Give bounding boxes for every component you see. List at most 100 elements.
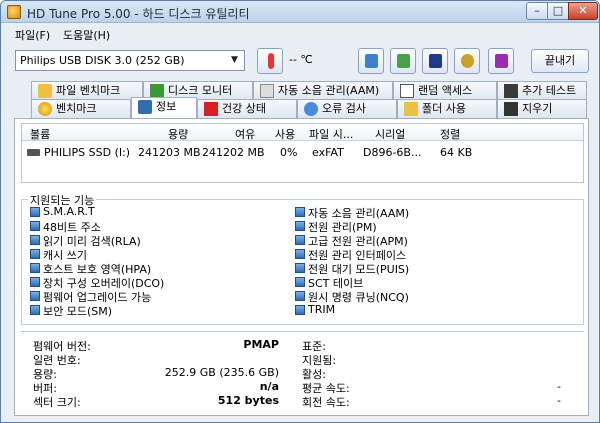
cell-filesystem: exFAT xyxy=(312,146,344,159)
feature-check-icon xyxy=(30,291,40,301)
feature-check-icon xyxy=(295,305,305,315)
table-header: 볼륨 용량 여유 사용 파일 시... 시리얼 정렬 xyxy=(22,124,583,141)
feature-check-icon xyxy=(30,305,40,315)
toolbar: Philips USB DISK 3.0 (252 GB) ▼ -- ℃ 끝내기 xyxy=(1,44,599,78)
rotation-speed-value: - xyxy=(557,394,561,407)
chevron-down-icon[interactable]: ▼ xyxy=(227,53,242,68)
feature-check-icon xyxy=(295,277,305,287)
feature-check-icon xyxy=(295,235,305,245)
tab-file-benchmark[interactable]: 파일 벤치마크 xyxy=(31,81,143,100)
disk-monitor-icon xyxy=(150,84,164,98)
temperature-button[interactable] xyxy=(257,48,283,74)
column-alignment[interactable]: 정렬 xyxy=(440,126,460,142)
capacity-value: 252.9 GB (235.6 GB) xyxy=(164,366,279,379)
sector-size-label: 섹터 크기: xyxy=(33,396,81,409)
menu-file[interactable]: 파일(F) xyxy=(15,27,50,43)
exit-button[interactable]: 끝내기 xyxy=(531,49,589,73)
column-volume[interactable]: 볼륨 xyxy=(30,126,50,142)
feature-check-icon xyxy=(30,235,40,245)
erase-icon xyxy=(504,102,518,116)
tab-label: 추가 테스트 xyxy=(522,84,577,97)
maximize-button[interactable]: □ xyxy=(547,2,569,20)
cell-usage: 0% xyxy=(280,146,298,159)
tab-random-access[interactable]: 랜덤 액세스 xyxy=(393,81,497,100)
minimize-button[interactable]: – xyxy=(526,2,548,20)
extra-tests-icon xyxy=(504,84,518,98)
tab-label: 폴더 사용 xyxy=(422,102,466,115)
tab-label: 건강 상태 xyxy=(222,102,266,115)
menu-bar: 파일(F) 도움말(H) xyxy=(1,24,599,42)
benchmark-icon xyxy=(38,102,52,116)
column-filesystem[interactable]: 파일 시... xyxy=(309,126,353,142)
menu-help[interactable]: 도움말(H) xyxy=(63,27,110,43)
download-arrow-icon xyxy=(495,54,508,68)
options-button[interactable] xyxy=(454,48,480,74)
avg-speed-value: - xyxy=(557,380,561,393)
column-usage[interactable]: 사용 xyxy=(275,126,295,142)
feature-check-icon xyxy=(30,277,40,287)
options-icon xyxy=(461,54,474,68)
temperature-readout: -- ℃ xyxy=(289,53,313,66)
app-icon xyxy=(7,5,21,19)
window-title: HD Tune Pro 5.00 - 하드 디스크 유틸리티 xyxy=(27,7,250,21)
tab-erase[interactable]: 지우기 xyxy=(497,99,587,118)
tab-health[interactable]: 건강 상태 xyxy=(197,99,297,118)
feature-check-icon xyxy=(30,221,40,231)
download-button[interactable] xyxy=(488,48,514,74)
tab-label: 랜덤 액세스 xyxy=(418,84,473,97)
column-capacity[interactable]: 용량 xyxy=(168,126,188,142)
tab-aam[interactable]: 자동 소음 관리(AAM) xyxy=(253,81,393,100)
health-cross-icon xyxy=(204,102,218,116)
tab-info[interactable]: 정보 xyxy=(131,97,197,118)
feature-check-icon xyxy=(295,291,305,301)
feature-check-icon xyxy=(295,207,305,217)
rotation-speed-label: 회전 속도: xyxy=(302,396,350,409)
feature-check-icon xyxy=(30,207,40,217)
details-group: 펌웨어 버전: PMAP 일련 번호: 용량: 252.9 GB (235.6 … xyxy=(21,331,584,411)
close-button[interactable]: ✕ xyxy=(568,2,598,20)
feature-check-icon xyxy=(295,249,305,259)
tab-extra-tests[interactable]: 추가 테스트 xyxy=(497,81,587,100)
feature-check-icon xyxy=(30,263,40,273)
cell-serial: D896-6B... xyxy=(363,146,422,159)
column-free[interactable]: 여유 xyxy=(235,126,255,142)
copy-screenshot-button[interactable] xyxy=(390,48,416,74)
thermometer-icon xyxy=(268,53,274,69)
tab-error-scan[interactable]: 오류 검사 xyxy=(297,99,397,118)
drive-select[interactable]: Philips USB DISK 3.0 (252 GB) ▼ xyxy=(15,50,245,71)
folder-icon xyxy=(404,102,418,116)
copy-icon xyxy=(365,54,378,68)
drive-select-value: Philips USB DISK 3.0 (252 GB) xyxy=(20,54,185,67)
feature-check-icon xyxy=(295,263,305,273)
file-benchmark-icon xyxy=(38,84,52,98)
sector-size-value: 512 bytes xyxy=(217,394,279,407)
cell-volume[interactable]: PHILIPS SSD (I:) xyxy=(44,146,130,159)
tab-label: 파일 벤치마크 xyxy=(56,84,121,97)
features-group: 지원되는 기능 S.M.A.R.T 48비트 주소 읽기 미리 검색(RLA) … xyxy=(21,192,584,325)
cell-capacity: 241203 MB xyxy=(138,146,201,159)
tab-label: 오류 검사 xyxy=(322,102,366,115)
app-window: HD Tune Pro 5.00 - 하드 디스크 유틸리티 – □ ✕ 파일(… xyxy=(0,0,600,423)
feature-check-icon xyxy=(30,249,40,259)
save-button[interactable] xyxy=(422,48,448,74)
tab-label: 정보 xyxy=(156,100,177,113)
column-serial[interactable]: 시리얼 xyxy=(375,126,405,142)
tab-label: 디스크 모니터 xyxy=(168,84,233,97)
info-icon xyxy=(138,100,152,114)
firmware-value: PMAP xyxy=(243,338,279,351)
speaker-icon xyxy=(260,84,274,98)
cell-alignment: 64 KB xyxy=(440,146,473,159)
save-icon xyxy=(429,54,442,68)
magnifier-icon xyxy=(304,102,318,116)
tab-benchmark[interactable]: 벤치마크 xyxy=(31,99,131,118)
tab-label: 지우기 xyxy=(522,102,553,115)
copy-text-button[interactable] xyxy=(358,48,384,74)
title-bar: HD Tune Pro 5.00 - 하드 디스크 유틸리티 – □ ✕ xyxy=(1,1,599,23)
random-access-icon xyxy=(400,84,414,98)
partition-table: 볼륨 용량 여유 사용 파일 시... 시리얼 정렬 PHILIPS SSD (… xyxy=(21,123,584,183)
tab-folder-usage[interactable]: 폴더 사용 xyxy=(397,99,497,118)
tab-label: 벤치마크 xyxy=(56,102,97,115)
drive-icon xyxy=(27,149,40,156)
tab-label: 자동 소음 관리(AAM) xyxy=(278,84,380,97)
copy-screenshot-icon xyxy=(397,54,410,68)
